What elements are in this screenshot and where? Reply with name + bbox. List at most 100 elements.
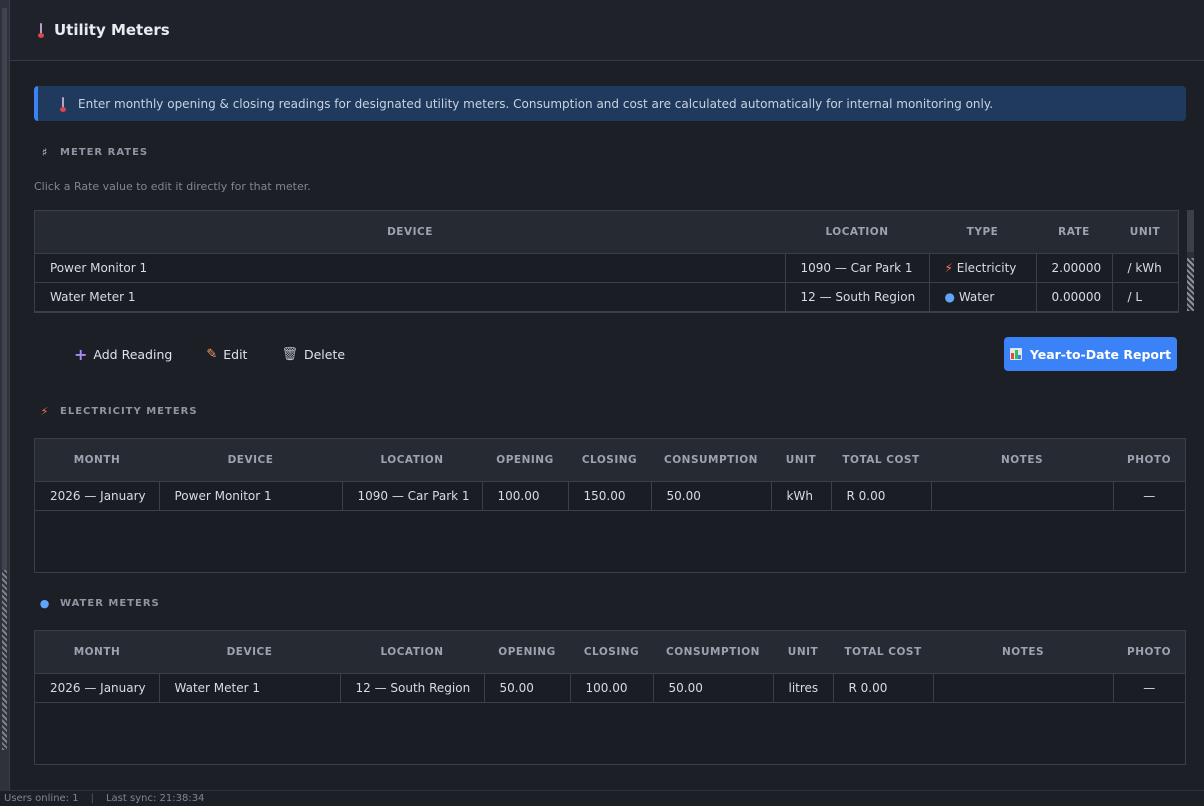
location-cell: 12 — South Region: [785, 282, 930, 312]
type-cell: ● Water: [929, 282, 1037, 312]
edit-button[interactable]: ✎ Edit: [196, 340, 257, 368]
opening-cell: 50.00: [484, 673, 571, 703]
notes-cell: [933, 673, 1114, 703]
column-header-month[interactable]: MONTH: [35, 439, 159, 482]
column-header-total-cost[interactable]: TOTAL COST: [833, 631, 933, 674]
water-meters-title: ● WATER METERS: [38, 597, 160, 610]
closing-cell: 150.00: [568, 481, 652, 511]
column-header-consumption[interactable]: CONSUMPTION: [653, 631, 773, 674]
unit-cell: kWh: [771, 481, 832, 511]
table-header-row: MONTH DEVICE LOCATION OPENING CLOSING CO…: [35, 631, 1185, 674]
water-readings-table: MONTH DEVICE LOCATION OPENING CLOSING CO…: [34, 630, 1186, 765]
lightning-icon: ⚡︎: [944, 261, 953, 275]
info-banner: Enter monthly opening & closing readings…: [34, 86, 1186, 121]
rates-scrollbar-cap: [1187, 210, 1194, 252]
column-header-closing[interactable]: CLOSING: [568, 439, 651, 482]
last-sync-status: Last sync: 21:38:34: [105, 793, 205, 804]
rate-cell[interactable]: 2.00000: [1036, 253, 1113, 283]
column-header-type[interactable]: TYPE: [929, 211, 1036, 254]
section-label: WATER METERS: [60, 598, 160, 609]
lightning-icon: ⚡︎: [40, 405, 50, 418]
consumption-cell: 50.00: [651, 481, 772, 511]
column-header-opening[interactable]: OPENING: [484, 631, 570, 674]
users-online-status: Users online: 1: [4, 793, 79, 804]
column-header-photo[interactable]: PHOTO: [1113, 439, 1185, 482]
column-header-notes[interactable]: NOTES: [933, 631, 1113, 674]
section-label: METER RATES: [60, 147, 149, 158]
column-header-location[interactable]: LOCATION: [342, 439, 482, 482]
delete-label: Delete: [303, 346, 346, 362]
device-cell: Power Monitor 1: [35, 253, 786, 283]
table-row[interactable]: 2026 — January Water Meter 1 12 — South …: [35, 673, 1185, 703]
bar-chart-icon: [1009, 348, 1022, 360]
plus-icon: +: [74, 344, 88, 364]
column-header-device[interactable]: DEVICE: [35, 211, 785, 254]
report-label: Year-to-Date Report: [1029, 346, 1172, 362]
trash-icon: 🗑︎: [281, 346, 298, 362]
column-header-device[interactable]: DEVICE: [159, 631, 340, 674]
column-header-unit[interactable]: UNIT: [1112, 211, 1178, 254]
column-header-location[interactable]: LOCATION: [785, 211, 929, 254]
type-label: Water: [958, 290, 995, 304]
page-title: Utility Meters: [54, 21, 170, 39]
photo-cell[interactable]: —: [1113, 673, 1185, 703]
pencil-icon: ✎: [206, 346, 218, 362]
rates-hint: Click a Rate value to edit it directly f…: [34, 180, 311, 193]
unit-cell: / kWh: [1112, 253, 1178, 283]
consumption-cell: 50.00: [653, 673, 774, 703]
info-text: Enter monthly opening & closing readings…: [78, 96, 994, 111]
column-header-photo[interactable]: PHOTO: [1113, 631, 1185, 674]
month-cell: 2026 — January: [35, 673, 160, 703]
table-header-row: MONTH DEVICE LOCATION OPENING CLOSING CO…: [35, 439, 1185, 482]
section-label: ELECTRICITY METERS: [60, 406, 198, 417]
thermometer-icon: [60, 96, 66, 112]
location-cell: 1090 — Car Park 1: [785, 253, 930, 283]
delete-button[interactable]: 🗑︎ Delete: [271, 340, 355, 368]
wrench-icon: ♯: [41, 146, 49, 159]
total-cost-cell: R 0.00: [831, 481, 932, 511]
rates-scrollbar-track[interactable]: [1187, 258, 1194, 311]
table-row[interactable]: Power Monitor 1 1090 — Car Park 1 ⚡︎ Ele…: [35, 253, 1178, 283]
main-panel: Utility Meters Enter monthly opening & c…: [10, 0, 1204, 790]
notes-cell: [931, 481, 1114, 511]
rates-scrollbar[interactable]: [1187, 210, 1194, 311]
meter-rates-table: DEVICE LOCATION TYPE RATE UNIT Power Mon…: [34, 210, 1179, 313]
column-header-device[interactable]: DEVICE: [159, 439, 342, 482]
column-header-rate[interactable]: RATE: [1036, 211, 1112, 254]
page-header: Utility Meters: [10, 0, 1204, 61]
location-cell: 12 — South Region: [340, 673, 485, 703]
device-cell: Power Monitor 1: [159, 481, 343, 511]
opening-cell: 100.00: [482, 481, 569, 511]
electricity-meters-title: ⚡︎ ELECTRICITY METERS: [38, 405, 198, 418]
left-scrollbar-track: [2, 570, 7, 750]
table-row[interactable]: Water Meter 1 12 — South Region ● Water …: [35, 282, 1178, 312]
readings-toolbar: + Add Reading ✎ Edit 🗑︎ Delete: [64, 340, 369, 368]
total-cost-cell: R 0.00: [833, 673, 934, 703]
thermometer-icon: [38, 23, 44, 38]
year-to-date-report-button[interactable]: Year-to-Date Report: [1004, 337, 1177, 371]
photo-cell[interactable]: —: [1113, 481, 1185, 511]
column-header-closing[interactable]: CLOSING: [570, 631, 653, 674]
table-header-row: DEVICE LOCATION TYPE RATE UNIT: [35, 211, 1178, 254]
electricity-readings-table: MONTH DEVICE LOCATION OPENING CLOSING CO…: [34, 438, 1186, 573]
table-row[interactable]: 2026 — January Power Monitor 1 1090 — Ca…: [35, 481, 1185, 511]
column-header-consumption[interactable]: CONSUMPTION: [651, 439, 771, 482]
rate-cell[interactable]: 0.00000: [1036, 282, 1113, 312]
add-reading-button[interactable]: + Add Reading: [64, 340, 182, 368]
unit-cell: litres: [773, 673, 834, 703]
type-cell: ⚡︎ Electricity: [929, 253, 1037, 283]
column-header-opening[interactable]: OPENING: [482, 439, 568, 482]
status-divider: |: [90, 793, 94, 804]
column-header-location[interactable]: LOCATION: [340, 631, 484, 674]
column-header-unit[interactable]: UNIT: [771, 439, 831, 482]
column-header-month[interactable]: MONTH: [35, 631, 159, 674]
device-cell: Water Meter 1: [159, 673, 341, 703]
month-cell: 2026 — January: [35, 481, 160, 511]
column-header-unit[interactable]: UNIT: [773, 631, 833, 674]
edit-label: Edit: [223, 346, 248, 362]
left-scrollbar[interactable]: [0, 0, 10, 790]
column-header-notes[interactable]: NOTES: [931, 439, 1113, 482]
column-header-total-cost[interactable]: TOTAL COST: [831, 439, 931, 482]
status-bar: Users online: 1 | Last sync: 21:38:34: [0, 790, 1204, 806]
droplet-icon: ●: [944, 290, 955, 304]
